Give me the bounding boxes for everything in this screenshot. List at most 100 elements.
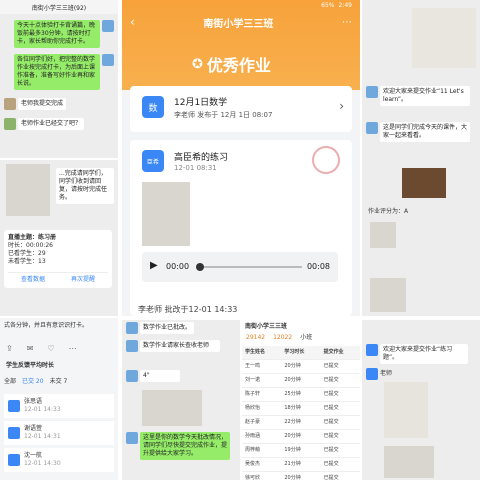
video-thumbnail[interactable] bbox=[402, 168, 446, 198]
table-cell: 已提交 bbox=[323, 377, 339, 383]
table-cell: 已提交 bbox=[323, 405, 339, 411]
table-row: 杨欣怡 18分钟 已提交 bbox=[242, 402, 360, 416]
chat-message: 今天十点体验打卡背诵篇，晚饭前最多30分钟，请按时打卡，家长帮助你完成打卡。 bbox=[14, 20, 100, 48]
unwatched-value: 13 bbox=[38, 258, 46, 265]
nav-bar: ‹ 南街小学三三班 ⋯ bbox=[122, 10, 360, 34]
tab-unsubmitted[interactable]: 未交 7 bbox=[50, 378, 68, 386]
sender-label: 老师 bbox=[380, 370, 393, 377]
chat-message: 各位同学们好，把完整的数学作业按完成打卡，为后面上课作准备，准备写好作业再和家长… bbox=[14, 54, 100, 90]
score-value: A bbox=[404, 208, 409, 215]
duration-label: 时长： bbox=[8, 242, 27, 249]
chat-title: 南街小学三三班(92) bbox=[31, 4, 87, 12]
like-icon[interactable]: ♡ bbox=[47, 344, 54, 353]
stat-value: 12022 bbox=[273, 334, 293, 341]
share-icon[interactable]: ⇪ bbox=[6, 344, 13, 353]
view-data-button[interactable]: 查看数据 bbox=[21, 276, 45, 284]
table-cell: 20分钟 bbox=[284, 433, 301, 439]
comment-icon[interactable]: ✉ bbox=[27, 344, 34, 353]
section-title: 学生反馈平均时长 bbox=[6, 362, 55, 369]
audio-player: ▶ 00:00 00:08 bbox=[142, 252, 338, 282]
list-item[interactable]: 张思语 12-01 14:33 bbox=[4, 394, 114, 418]
table-row: 刘一诺 20分钟 已提交 bbox=[242, 374, 360, 388]
table-cell: 刘一诺 bbox=[245, 377, 261, 383]
play-icon[interactable]: ▶ bbox=[150, 260, 158, 271]
table-cell: 20分钟 bbox=[284, 363, 301, 369]
table-cell: 赵子豪 bbox=[245, 419, 261, 425]
table-row: 赵子豪 22分钟 已提交 bbox=[242, 416, 360, 430]
homework-photo[interactable] bbox=[384, 446, 434, 478]
clock-text: 2:49 bbox=[338, 1, 352, 9]
student-work-time: 12-01 08:31 bbox=[174, 164, 217, 172]
homework-meta: 李老师 发布于 12月 1日 08:07 bbox=[174, 111, 273, 119]
remind-again-button[interactable]: 再次提醒 bbox=[71, 276, 95, 284]
table-cell: 杨欣怡 bbox=[245, 405, 261, 411]
student-name: 沈一航 bbox=[24, 452, 43, 459]
homework-card[interactable]: 数 12月1日数学 李老师 发布于 12月 1日 08:07 › bbox=[130, 86, 352, 132]
excellent-stamp bbox=[312, 146, 340, 174]
table-row: 吴俊杰 21分钟 已提交 bbox=[242, 458, 360, 472]
class-name: 南街小学三三班 bbox=[203, 18, 274, 30]
voice-duration: 4" bbox=[143, 372, 150, 379]
homework-photo[interactable] bbox=[370, 278, 406, 312]
avatar bbox=[126, 340, 138, 352]
avatar bbox=[8, 454, 20, 466]
table-cell: 22分钟 bbox=[284, 419, 301, 425]
table-cell: 已提交 bbox=[323, 363, 339, 369]
medal-icon: ✪ bbox=[192, 56, 203, 72]
tab-all[interactable]: 全部 bbox=[4, 378, 16, 386]
more-icon[interactable]: ⋯ bbox=[69, 344, 77, 353]
table-row: 陈子轩 25分钟 已提交 bbox=[242, 388, 360, 402]
table-cell: 王一鸣 bbox=[245, 363, 261, 369]
avatar bbox=[8, 427, 20, 439]
table-cell: 已提交 bbox=[323, 475, 339, 480]
live-title: 直播主题：练习册 bbox=[8, 234, 57, 241]
student-work-card: 臣希 高臣希的练习 12-01 08:31 ▶ 00:00 00:08 李老师 … bbox=[130, 140, 352, 316]
menu-icon[interactable]: ⋯ bbox=[342, 17, 352, 28]
back-icon[interactable]: ‹ bbox=[130, 15, 135, 29]
list-item[interactable]: 沈一航 12-01 14:30 bbox=[4, 448, 114, 472]
chat-message: 数学作业请家长查收老师 bbox=[140, 340, 220, 352]
caption: 式各分钟，并且有意识识打卡。 bbox=[4, 322, 89, 329]
header-banner: 65% 2:49 ‹ 南街小学三三班 ⋯ ✪ 优秀作业 bbox=[122, 0, 360, 90]
table-header: 学生姓名 学习时长 提交作业 bbox=[242, 346, 360, 360]
avatar bbox=[366, 86, 378, 98]
chat-panel-bottom-center: 数学作业已批改。 数学作业请家长查收老师 4" 这里是你的数学今天批改情况，请同… bbox=[122, 320, 240, 480]
stat-value: 小班 bbox=[300, 334, 313, 341]
review-info: 李老师 批改于12-01 14:33 bbox=[138, 305, 238, 314]
score-label-text: 作业评分为： bbox=[368, 208, 405, 215]
table-cell: 周梓萌 bbox=[245, 447, 261, 453]
audio-progress-track[interactable] bbox=[198, 266, 302, 268]
homework-photo[interactable] bbox=[142, 182, 190, 246]
table-cell: 孙雨涵 bbox=[245, 433, 261, 439]
filter-tabs: 全部 已交 20 未交 7 bbox=[4, 378, 67, 386]
table-row: 王一鸣 20分钟 已提交 bbox=[242, 360, 360, 374]
chevron-right-icon: › bbox=[339, 99, 344, 113]
homework-photo[interactable] bbox=[142, 390, 202, 426]
status-bar: 65% 2:49 bbox=[122, 0, 360, 10]
student-name: 谢语萱 bbox=[24, 425, 43, 432]
chat-header: 南街小学三三班(92) bbox=[0, 0, 118, 14]
table-row: 孙雨涵 20分钟 已提交 bbox=[242, 430, 360, 444]
excellent-homework-screen: 65% 2:49 ‹ 南街小学三三班 ⋯ ✪ 优秀作业 数 12月1日数学 李老… bbox=[122, 0, 360, 316]
audio-progress-knob[interactable] bbox=[196, 263, 204, 271]
student-badge: 臣希 bbox=[142, 150, 164, 172]
chat-message: 老师作业已经交了吧？ bbox=[18, 118, 85, 130]
chat-message: 欢迎大家来提交作业“11 Let's learn”。 bbox=[380, 86, 470, 106]
list-item[interactable]: 谢语萱 12-01 14:31 bbox=[4, 421, 114, 445]
homework-photo[interactable] bbox=[370, 222, 396, 248]
avatar bbox=[4, 98, 16, 110]
homework-photo[interactable] bbox=[412, 8, 476, 68]
avatar bbox=[102, 20, 114, 32]
column-header: 提交作业 bbox=[323, 349, 344, 355]
avatar bbox=[126, 370, 138, 382]
battery-text: 65% bbox=[321, 1, 335, 9]
tab-submitted[interactable]: 已交 20 bbox=[22, 378, 44, 386]
voice-message[interactable]: 4" bbox=[140, 370, 180, 382]
chat-panel-top-right: 欢迎大家来提交作业“11 Let's learn”。 这是同学们完成今天的课件，… bbox=[362, 0, 480, 316]
chat-message: 数学作业已批改。 bbox=[140, 322, 195, 334]
toolbar-icons: ⇪ ✉ ♡ ⋯ bbox=[6, 344, 77, 353]
duration-value: 00:00:26 bbox=[26, 242, 53, 249]
score-label: 作业评分为：A bbox=[368, 208, 408, 216]
learning-stats-table: 南街小学三三班 29142 12022 小班 学生姓名 学习时长 提交作业 王一… bbox=[242, 320, 360, 480]
homework-photo[interactable] bbox=[384, 382, 428, 438]
